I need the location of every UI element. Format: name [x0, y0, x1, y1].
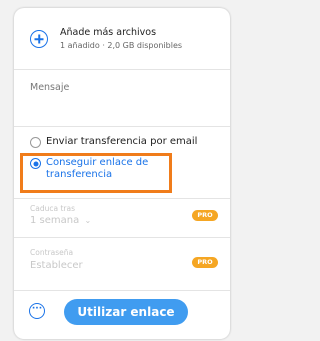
add-files-title[interactable]: Añade más archivos [60, 27, 156, 38]
transfer-panel: Añade más archivos 1 añadido · 2,0 GB di… [14, 8, 230, 339]
radio-option-link[interactable]: Conseguir enlace de transferencia [30, 157, 230, 187]
radio-button-link[interactable] [30, 158, 41, 169]
expires-label: Caduca tras [30, 204, 75, 213]
divider [14, 198, 230, 199]
chevron-down-icon: ⌄ [84, 216, 92, 225]
password-label: Contraseña [30, 248, 74, 257]
message-field[interactable]: Mensaje [30, 82, 69, 93]
use-link-button[interactable]: Utilizar enlace [64, 299, 188, 325]
divider [14, 237, 230, 238]
more-options-icon[interactable]: ··· [29, 303, 45, 319]
radio-option-email[interactable]: Enviar transferencia por email [30, 136, 230, 152]
radio-label-email[interactable]: Enviar transferencia por email [46, 136, 197, 147]
divider [14, 290, 230, 291]
page: Añade más archivos 1 añadido · 2,0 GB di… [0, 0, 245, 341]
radio-button-email[interactable] [30, 137, 41, 148]
divider [14, 69, 230, 70]
divider [14, 126, 230, 127]
pro-badge: PRO [192, 257, 218, 268]
password-value[interactable]: Establecer [30, 260, 83, 271]
add-files-row[interactable]: Añade más archivos 1 añadido · 2,0 GB di… [14, 22, 230, 66]
expires-value: 1 semana [30, 215, 80, 226]
expires-select[interactable]: 1 semana ⌄ [30, 215, 91, 226]
pro-badge: PRO [192, 210, 218, 221]
add-files-subtitle: 1 añadido · 2,0 GB disponibles [60, 41, 183, 50]
plus-circle-icon[interactable] [30, 30, 48, 48]
radio-label-link[interactable]: Conseguir enlace de transferencia [46, 157, 176, 181]
